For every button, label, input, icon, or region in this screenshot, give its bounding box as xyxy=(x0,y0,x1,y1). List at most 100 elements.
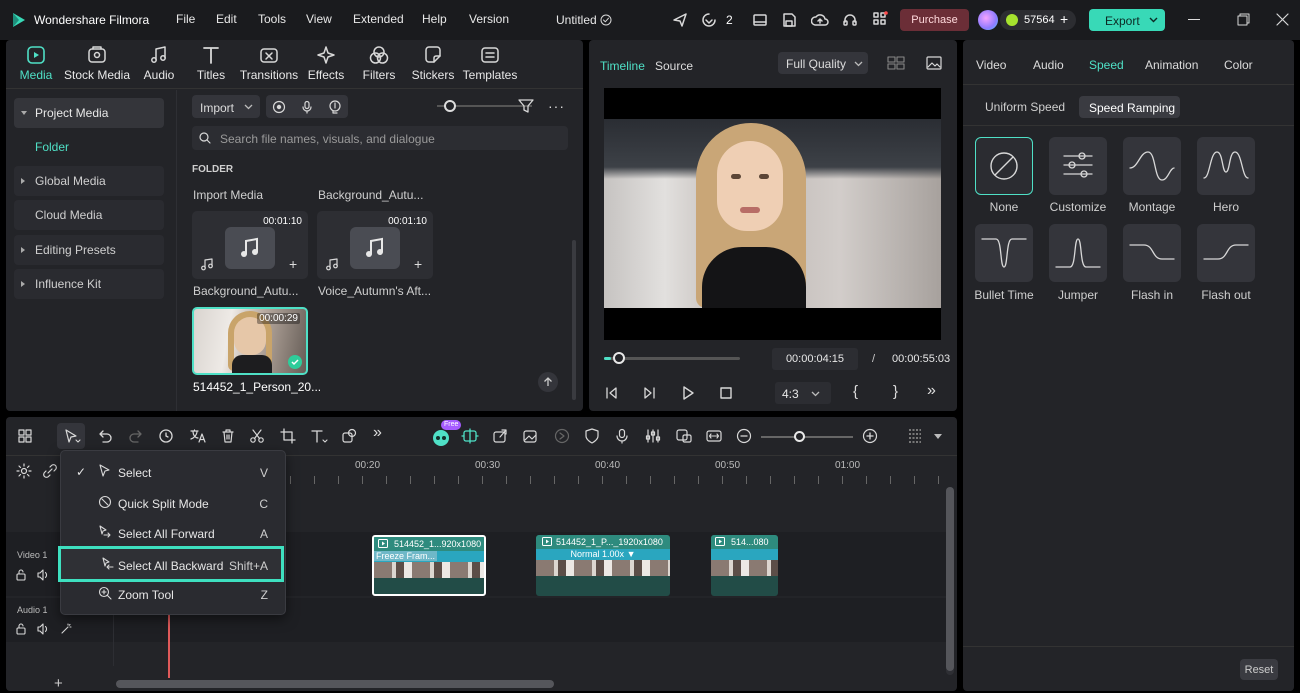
media-scrollbar[interactable] xyxy=(572,240,576,400)
video-clip-1[interactable]: 514452_1...920x1080 Freeze Fram... xyxy=(372,535,486,596)
tab-templates[interactable]: Templates xyxy=(460,44,520,82)
tab-video[interactable]: Video xyxy=(976,58,1006,72)
auto-enhance-icon[interactable] xyxy=(554,428,570,444)
add-to-timeline-icon[interactable]: + xyxy=(414,256,422,272)
video-clip-3[interactable]: 514...080 xyxy=(711,535,778,596)
clip-speed-bar[interactable] xyxy=(711,549,778,560)
menu-item-select-all-forward[interactable]: Select All Forward A xyxy=(62,518,284,548)
audio-mixer-icon[interactable] xyxy=(645,428,661,444)
tab-color[interactable]: Color xyxy=(1224,58,1253,72)
add-to-timeline-icon[interactable]: + xyxy=(289,256,297,272)
preset-montage[interactable] xyxy=(1123,137,1181,195)
tab-effects[interactable]: Effects xyxy=(298,44,354,82)
previous-frame-icon[interactable] xyxy=(603,385,619,401)
add-credits-icon[interactable]: + xyxy=(1060,11,1068,27)
media-item-voice-audio[interactable]: 00:01:10 + xyxy=(317,211,433,279)
cloud-upload-icon[interactable] xyxy=(811,12,829,28)
layout-grid-icon[interactable] xyxy=(17,428,33,444)
text-tool-icon[interactable] xyxy=(310,428,328,444)
grid-view-icon[interactable] xyxy=(886,55,906,71)
preset-hero[interactable] xyxy=(1197,137,1255,195)
scroll-to-top-button[interactable] xyxy=(538,372,558,392)
tab-stock-media[interactable]: Stock Media xyxy=(63,44,131,82)
preset-flash-in[interactable] xyxy=(1123,224,1181,282)
redo-icon[interactable] xyxy=(128,428,144,444)
track-effects-wand-icon[interactable] xyxy=(60,623,72,635)
timeline-horizontal-scrollbar[interactable] xyxy=(116,680,554,688)
tab-audio[interactable]: Audio xyxy=(1033,58,1064,72)
playback-scrubber-handle[interactable] xyxy=(612,352,625,364)
track-lock-icon[interactable] xyxy=(15,569,27,581)
select-tool-button[interactable] xyxy=(57,423,85,449)
add-track-icon[interactable]: + xyxy=(54,675,63,692)
sidebar-item-global-media[interactable]: Global Media xyxy=(14,166,164,196)
preset-customize[interactable] xyxy=(1049,137,1107,195)
menu-view[interactable]: View xyxy=(306,12,332,26)
credits-badge[interactable]: 57564 + xyxy=(1000,10,1076,30)
current-time[interactable]: 00:00:04:15 xyxy=(772,348,858,370)
more-tools-icon[interactable]: » xyxy=(373,424,382,442)
sidebar-item-cloud-media[interactable]: Cloud Media xyxy=(14,200,164,230)
vertical-scroll-thumb[interactable] xyxy=(946,487,954,671)
restore-icon[interactable] xyxy=(1237,13,1250,26)
next-frame-icon[interactable] xyxy=(642,385,658,401)
unlink-icon[interactable] xyxy=(42,463,58,479)
media-item-background-audio[interactable]: 00:01:10 + xyxy=(192,211,308,279)
voiceover-mic-icon[interactable] xyxy=(614,428,630,444)
clip-speed-bar[interactable]: Freeze Fram... xyxy=(374,551,484,562)
import-dropdown[interactable]: Import xyxy=(192,95,260,118)
delete-trash-icon[interactable] xyxy=(220,428,236,444)
speed-dropdown-icon[interactable]: ▼ xyxy=(627,549,636,559)
slider-handle[interactable] xyxy=(444,100,456,112)
quality-dropdown[interactable]: Full Quality xyxy=(778,52,868,74)
filter-funnel-icon[interactable] xyxy=(517,98,535,114)
aspect-ratio-dropdown[interactable]: 4:3 xyxy=(775,382,831,404)
shield-icon[interactable] xyxy=(584,428,600,444)
zoom-slider-handle[interactable] xyxy=(793,431,805,442)
close-icon[interactable] xyxy=(1276,13,1289,26)
menu-help[interactable]: Help xyxy=(422,12,447,26)
video-preview[interactable] xyxy=(604,88,941,340)
preset-flash-out[interactable] xyxy=(1197,224,1255,282)
subtab-uniform-speed[interactable]: Uniform Speed xyxy=(985,100,1065,114)
track-volume-icon[interactable] xyxy=(37,569,50,581)
preset-jumper[interactable] xyxy=(1049,224,1107,282)
crop-icon[interactable] xyxy=(280,428,296,444)
track-height-icon[interactable] xyxy=(907,428,923,446)
track-volume-icon[interactable] xyxy=(37,623,50,635)
media-item-person-video[interactable]: 00:00:29 xyxy=(192,307,308,375)
ai-robot-button[interactable]: Free xyxy=(431,420,462,447)
subtab-speed-ramping[interactable]: Speed Ramping xyxy=(1079,96,1180,118)
more-controls-icon[interactable]: » xyxy=(927,382,936,400)
tab-speed[interactable]: Speed xyxy=(1089,58,1124,72)
record-icon[interactable] xyxy=(272,100,286,114)
sidebar-item-project-media[interactable]: Project Media xyxy=(14,98,164,128)
minimize-icon[interactable] xyxy=(1188,19,1200,20)
tab-audio[interactable]: Audio xyxy=(131,44,187,82)
menu-item-select-all-backward[interactable]: Select All Backward Shift+A xyxy=(58,546,284,582)
snapshot-image-icon[interactable] xyxy=(925,55,943,71)
tab-filters[interactable]: Filters xyxy=(351,44,407,82)
purchase-button[interactable]: Purchase xyxy=(900,9,969,31)
headset-icon[interactable] xyxy=(842,12,858,28)
stop-icon[interactable] xyxy=(718,385,734,401)
tab-source[interactable]: Source xyxy=(655,59,693,73)
video-clip-2[interactable]: 514452_1_P..._1920x1080 Normal 1.00x ▼ xyxy=(536,535,670,596)
tab-timeline[interactable]: Timeline xyxy=(600,59,645,73)
sidebar-item-folder[interactable]: Folder xyxy=(35,140,69,154)
tab-stickers[interactable]: Stickers xyxy=(405,44,461,82)
import-media-label[interactable]: Import Media xyxy=(193,188,263,202)
zoom-slider[interactable] xyxy=(761,436,853,438)
sidebar-item-editing-presets[interactable]: Editing Presets xyxy=(14,235,164,265)
scene-detect-icon[interactable] xyxy=(461,428,479,444)
tab-animation[interactable]: Animation xyxy=(1145,58,1198,72)
undo-icon[interactable] xyxy=(97,428,113,444)
chevron-down-icon[interactable] xyxy=(934,434,942,439)
ai-voice-icon[interactable] xyxy=(328,100,342,114)
track-lock-icon[interactable] xyxy=(15,623,27,635)
layout-icon[interactable] xyxy=(752,12,768,28)
mark-out-icon[interactable]: } xyxy=(893,383,898,400)
menu-file[interactable]: File xyxy=(176,12,195,26)
avatar[interactable] xyxy=(978,10,998,30)
menu-extended[interactable]: Extended xyxy=(353,12,404,26)
